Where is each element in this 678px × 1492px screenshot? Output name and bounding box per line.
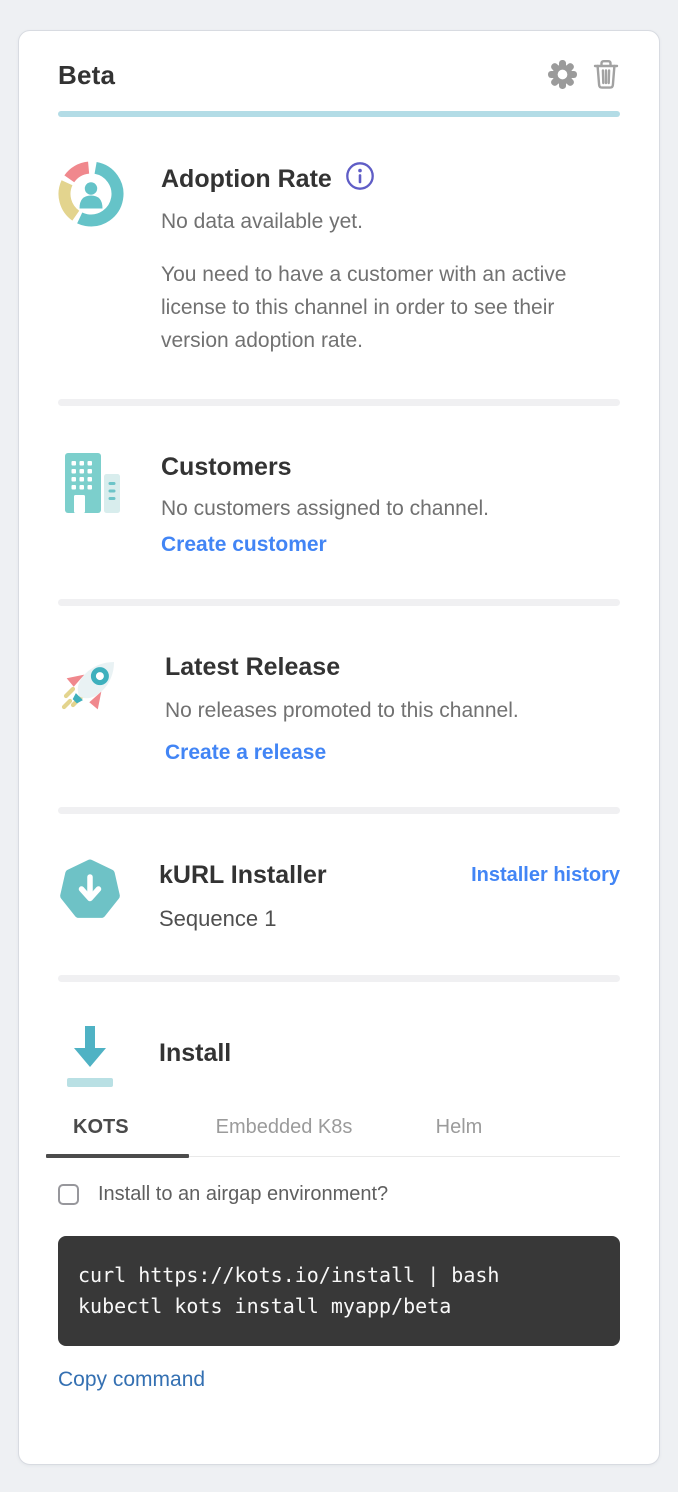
section-divider [58,975,620,982]
trash-icon [592,58,620,93]
section-kurl-installer: kURL Installer Sequence 1 Installer hist… [58,858,620,935]
installer-sequence: Sequence 1 [159,902,471,935]
rocket-icon [58,650,128,716]
create-customer-link[interactable]: Create customer [161,533,327,557]
header-actions [547,58,620,93]
delete-channel-button[interactable] [592,58,620,93]
install-title: Install [159,1036,620,1070]
section-customers: Customers No customers assigned to chann… [58,450,620,557]
latest-release-title: Latest Release [165,650,620,684]
download-arrow-icon [58,1022,122,1094]
section-latest-release: Latest Release No releases promoted to t… [58,650,620,765]
create-release-link[interactable]: Create a release [165,741,326,765]
install-tabs: KOTS Embedded K8s Helm [46,1116,620,1157]
command-line: curl https://kots.io/install | bash [78,1260,606,1291]
customers-empty-message: No customers assigned to channel. [161,492,620,525]
section-adoption-rate: Adoption Rate No data available yet. You… [58,161,620,357]
customers-title: Customers [161,450,620,484]
adoption-donut-user-icon [58,161,124,227]
channel-card: Beta [18,30,660,1465]
channel-settings-button[interactable] [547,59,578,93]
airgap-checkbox-label[interactable]: Install to an airgap environment? [98,1183,388,1206]
adoption-empty-detail: You need to have a customer with an acti… [161,258,606,357]
section-divider [58,599,620,606]
gear-icon [547,59,578,93]
tab-kots[interactable]: KOTS [46,1116,189,1156]
copy-command-link[interactable]: Copy command [58,1368,205,1392]
section-divider [58,807,620,814]
channel-accent-bar [58,111,620,117]
airgap-checkbox[interactable] [58,1184,79,1205]
install-command-block: curl https://kots.io/install | bash kube… [58,1236,620,1346]
section-divider [58,399,620,406]
adoption-empty-message: No data available yet. [161,205,620,238]
buildings-icon [58,450,124,516]
download-heptagon-icon [58,858,122,922]
airgap-option-row: Install to an airgap environment? [58,1183,620,1206]
installer-history-link[interactable]: Installer history [471,864,620,887]
channel-title: Beta [58,60,115,91]
info-icon[interactable] [345,161,375,196]
kurl-installer-title: kURL Installer [159,858,471,892]
card-header: Beta [58,31,620,93]
adoption-rate-title: Adoption Rate [161,162,332,196]
command-line: kubectl kots install myapp/beta [78,1291,606,1322]
section-install: Install [58,1022,620,1094]
tab-helm[interactable]: Helm [379,1116,539,1156]
tab-embedded-k8s[interactable]: Embedded K8s [189,1116,379,1156]
release-empty-message: No releases promoted to this channel. [165,694,620,727]
